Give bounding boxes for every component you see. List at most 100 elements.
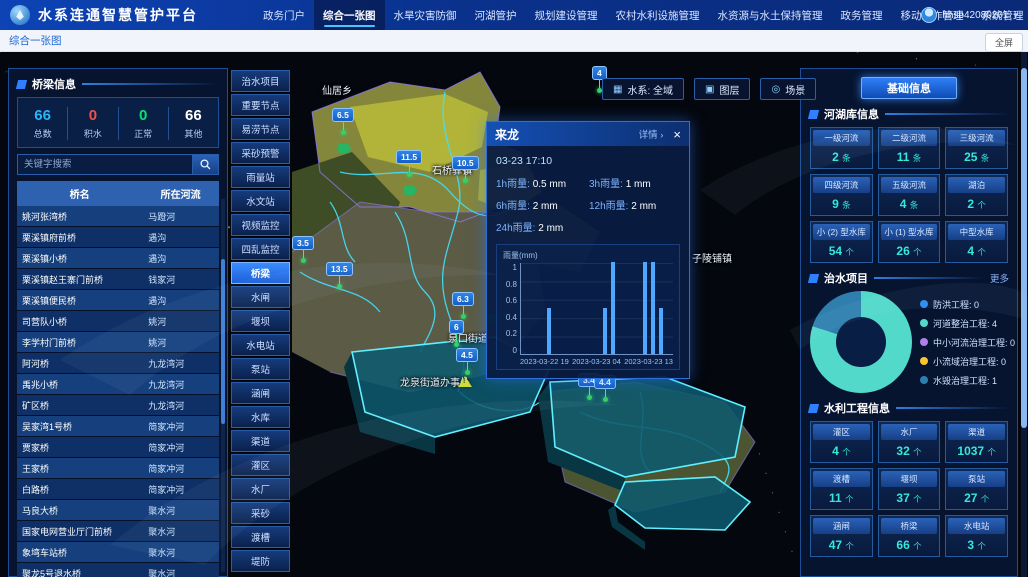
table-row[interactable]: 王家桥简家冲河 [17,458,219,479]
category-重要节点[interactable]: 重要节点 [231,94,290,116]
map-control-2[interactable]: ◎场景 [760,78,816,100]
category-堤防[interactable]: 堤防 [231,550,290,572]
map-controls: ▦水系: 全域 ▣图层 ◎场景 [602,78,816,100]
rainfall-metrics: 1h雨量: 0.5 mm3h雨量: 1 mm6h雨量: 2 mm12h雨量: 2… [496,175,680,234]
more-link[interactable]: 更多 [990,271,1009,285]
category-渡槽[interactable]: 渡槽 [231,526,290,548]
river-name-cell: 聚水河 [142,525,219,538]
category-水厂[interactable]: 水厂 [231,478,290,500]
station-marker[interactable]: 3.5 [292,236,314,250]
warning-marker-icon[interactable]: ! [458,376,472,387]
nav-item-0[interactable]: 政务门户 [254,0,314,30]
table-row[interactable]: 李学村门前桥姚河 [17,332,219,353]
table-row[interactable]: 阿河桥九龙湾河 [17,353,219,374]
category-水电站[interactable]: 水电站 [231,334,290,356]
nav-item-4[interactable]: 规划建设管理 [526,0,607,30]
card-value: 26 个 [881,240,938,260]
basic-info-badge[interactable]: 基础信息 [861,77,957,99]
table-scrollbar[interactable] [221,199,225,572]
category-易涝节点[interactable]: 易涝节点 [231,118,290,140]
stat-card-四级河流: 四级河流9 条 [810,174,873,216]
stat-card-五级河流: 五级河流4 条 [878,174,941,216]
card-value: 2 个 [948,193,1005,213]
category-治水项目[interactable]: 治水项目 [231,70,290,92]
table-row[interactable]: 禹兆小桥九龙湾河 [17,374,219,395]
marker-dot [461,314,466,319]
category-灌区[interactable]: 灌区 [231,454,290,476]
category-采砂预警[interactable]: 采砂预警 [231,142,290,164]
ytick: 0.2 [503,329,517,338]
table-row[interactable]: 马良大桥聚水河 [17,500,219,521]
station-marker[interactable]: 10.5 [452,156,479,170]
breadcrumb[interactable]: 综合一张图 [9,33,62,48]
ytick: 0.6 [503,296,517,305]
table-row[interactable]: 聚龙5号退水桥聚水河 [17,563,219,577]
card-label: 小 (1) 型水库 [881,224,938,240]
category-渠道[interactable]: 渠道 [231,430,290,452]
table-row[interactable]: 栗溪镇便民桥遇沟 [17,290,219,311]
category-泵站[interactable]: 泵站 [231,358,290,380]
river-name-cell: 聚水河 [142,504,219,517]
user-menu[interactable]: hhsb42080201 ▾ [921,0,1018,30]
stat-card-渠道: 渠道1037 个 [945,421,1008,463]
nav-item-6[interactable]: 水资源与水土保持管理 [709,0,832,30]
table-row[interactable]: 栗溪镇小桥遇沟 [17,248,219,269]
nav-item-3[interactable]: 河湖管护 [466,0,526,30]
marker-dot [301,258,306,263]
card-unit: 个 [845,541,854,551]
bridge-stat-3: 66其他 [169,107,218,140]
camera-marker-icon[interactable] [404,186,415,195]
station-marker[interactable]: 6 [449,320,464,334]
camera-marker-icon[interactable] [338,144,349,153]
station-marker[interactable]: 4.5 [456,348,478,362]
river-section-title: 河湖库信息 [824,106,879,122]
river-name-cell: 简家冲河 [142,420,219,433]
category-水库[interactable]: 水库 [231,406,290,428]
station-marker[interactable]: 11.5 [396,150,422,164]
category-水闸[interactable]: 水闸 [231,286,290,308]
table-row[interactable]: 栗溪镇府前桥遇沟 [17,227,219,248]
nav-item-2[interactable]: 水旱灾害防御 [385,0,466,30]
detail-link[interactable]: 详情 › [639,127,664,141]
nav-item-5[interactable]: 农村水利设施管理 [607,0,709,30]
nav-item-1[interactable]: 综合一张图 [314,0,385,30]
category-四乱监控[interactable]: 四乱监控 [231,238,290,260]
fullscreen-button[interactable]: 全屏 [985,33,1023,52]
category-水文站[interactable]: 水文站 [231,190,290,212]
category-雨量站[interactable]: 雨量站 [231,166,290,188]
table-row[interactable]: 姚河张湾桥马蹬河 [17,206,219,227]
stat-card-桥梁: 桥梁66 个 [878,515,941,557]
marker-dot [465,370,470,375]
category-视频监控[interactable]: 视频监控 [231,214,290,236]
table-row[interactable]: 国家电网营业厅门前桥聚水河 [17,521,219,542]
nav-item-7[interactable]: 政务管理 [832,0,892,30]
stat-card-小 (2) 型水库: 小 (2) 型水库54 个 [810,221,873,263]
station-marker[interactable]: 6.3 [452,292,474,306]
table-row[interactable]: 贾家桥简家冲河 [17,437,219,458]
map-control-1[interactable]: ▣图层 [694,78,750,100]
table-row[interactable]: 白路桥简家冲河 [17,479,219,500]
station-marker[interactable]: 6.5 [332,108,354,122]
table-row[interactable]: 栗溪镇赵王寨门前桥钱家河 [17,269,219,290]
search-input[interactable] [17,154,193,175]
bridge-name-cell: 栗溪镇赵王寨门前桥 [17,273,142,286]
user-name: hhsb42080201 [942,10,1008,21]
table-row[interactable]: 司营队小桥姚河 [17,311,219,332]
stat-label: 总数 [18,127,67,140]
close-icon[interactable]: × [673,128,681,141]
category-采砂[interactable]: 采砂 [231,502,290,524]
page-scrollbar[interactable] [1021,52,1027,577]
rainfall-chart: 雨量(mm) 10.80.60.40.20 2023-03-22 192023-… [496,244,680,370]
marker-dot [341,130,346,135]
station-marker[interactable]: 13.5 [326,262,353,276]
map-control-0[interactable]: ▦水系: 全域 [602,78,684,100]
search-button[interactable] [193,154,219,175]
category-涵闸[interactable]: 涵闸 [231,382,290,404]
category-桥梁[interactable]: 桥梁 [231,262,290,284]
category-堰坝[interactable]: 堰坝 [231,310,290,332]
table-row[interactable]: 矿区桥九龙湾河 [17,395,219,416]
table-row[interactable]: 象塆车站桥聚水河 [17,542,219,563]
popup-timestamp: 03-23 17:10 [496,155,680,167]
river-name-cell: 九龙湾河 [142,357,219,370]
table-row[interactable]: 吴家湾1号桥简家冲河 [17,416,219,437]
